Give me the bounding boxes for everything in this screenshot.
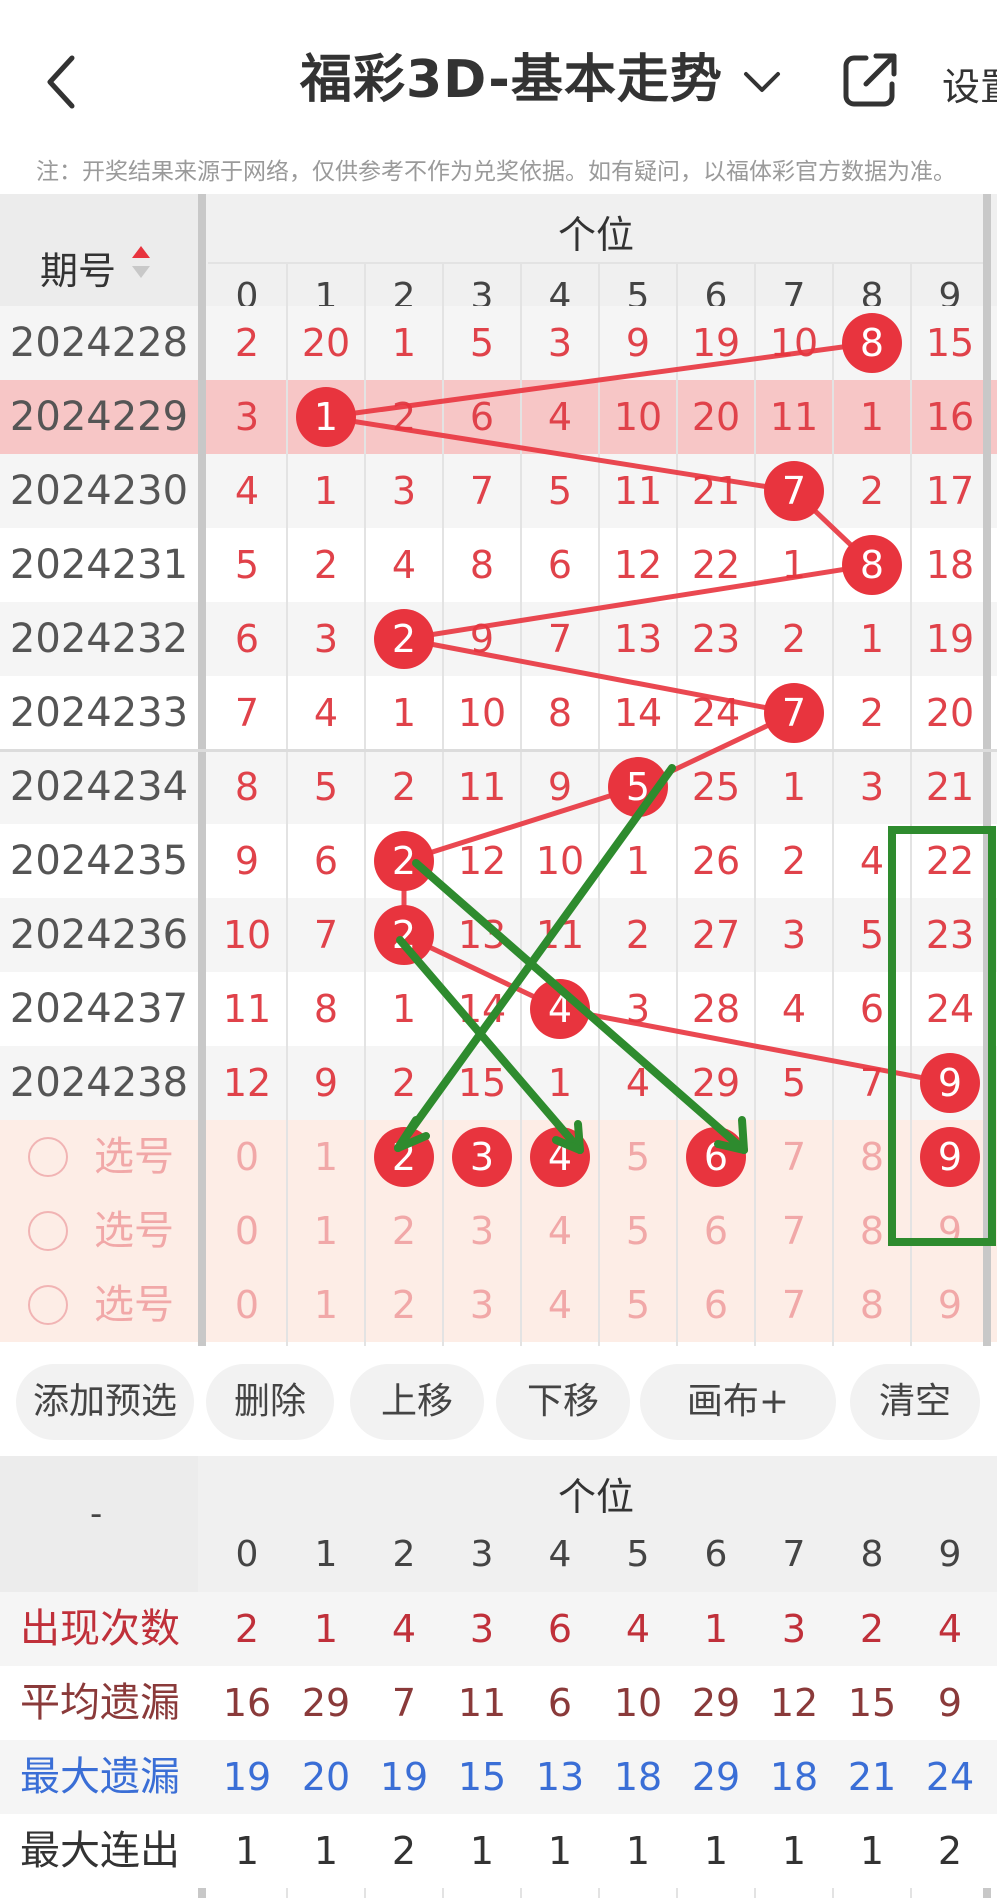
move-up-button[interactable]: 上移 [350, 1364, 484, 1440]
stats-value-cell: 4 [937, 1607, 963, 1651]
stats-value-cell: 4 [625, 1607, 651, 1651]
winning-number-ball: 4 [530, 979, 590, 1039]
winning-number-ball: 2 [374, 831, 434, 891]
winning-number-ball: 8 [842, 313, 902, 373]
stats-value-cell: 29 [301, 1681, 351, 1725]
clear-button[interactable]: 清空 [850, 1364, 980, 1440]
stats-value-cell: 1 [703, 1607, 729, 1651]
stats-digit-header-1: 1 [314, 1534, 338, 1575]
stats-corner-label: - [90, 1494, 103, 1534]
stats-row: 出现次数 2 1 4 3 6 4 1 3 2 4 [0, 1592, 997, 1666]
stats-value-cell: 19 [379, 1755, 429, 1799]
trend-line [325, 340, 951, 1086]
stats-value-cell: 29 [691, 1681, 741, 1725]
stats-value-cell: 18 [613, 1755, 663, 1799]
move-down-button[interactable]: 下移 [496, 1364, 630, 1440]
stats-value-cell: 1 [547, 1829, 573, 1873]
stats-digit-header-0: 0 [235, 1534, 259, 1575]
stats-value-cell: 2 [859, 1607, 885, 1651]
stats-value-cell: 18 [769, 1755, 819, 1799]
stats-digit-header-2: 2 [392, 1534, 416, 1575]
stats-value-cell: 1 [625, 1829, 651, 1873]
stats-digit-header-6: 6 [704, 1534, 728, 1575]
stats-value-cell: 9 [937, 1681, 963, 1725]
stats-value-cell: 2 [937, 1829, 963, 1873]
stats-value-cell: 1 [234, 1829, 260, 1873]
stats-value-cell: 1 [703, 1829, 729, 1873]
stats-value-cell: 3 [781, 1607, 807, 1651]
winning-number-ball: 8 [842, 535, 902, 595]
stats-value-cell: 24 [925, 1755, 975, 1799]
stats-value-cell: 4 [391, 1607, 417, 1651]
stats-value-cell: 21 [847, 1755, 897, 1799]
stats-row-label: 最大连出 [20, 1828, 180, 1874]
stats-value-cell: 1 [781, 1829, 807, 1873]
delete-button[interactable]: 删除 [206, 1364, 334, 1440]
selected-number-ball[interactable]: 4 [530, 1127, 590, 1187]
canvas-plus-button[interactable]: 画布+ [640, 1364, 836, 1440]
stats-digit-header-4: 4 [548, 1534, 572, 1575]
stats-row: 平均遗漏 16 29 7 11 6 10 29 12 15 9 [0, 1666, 997, 1740]
winning-number-ball: 7 [764, 461, 824, 521]
stats-digit-header-8: 8 [860, 1534, 884, 1575]
stats-value-cell: 16 [222, 1681, 272, 1725]
stats-row: 最大遗漏 19 20 19 15 13 18 29 18 21 24 [0, 1740, 997, 1814]
winning-number-ball: 9 [920, 1053, 980, 1113]
stats-digit-header-5: 5 [626, 1534, 650, 1575]
stats-value-cell: 15 [457, 1755, 507, 1799]
stats-value-cell: 13 [535, 1755, 585, 1799]
stats-value-cell: 6 [547, 1607, 573, 1651]
stats-value-cell: 2 [234, 1607, 260, 1651]
selected-number-ball[interactable]: 6 [686, 1127, 746, 1187]
stats-units-position-label: 个位 [558, 1475, 635, 1519]
stats-value-cell: 6 [547, 1681, 573, 1725]
selected-number-ball[interactable]: 3 [452, 1127, 512, 1187]
winning-number-ball: 2 [374, 609, 434, 669]
selected-number-ball[interactable]: 9 [920, 1127, 980, 1187]
stats-value-cell: 7 [391, 1681, 417, 1725]
stats-value-cell: 1 [469, 1829, 495, 1873]
winning-number-ball: 1 [296, 387, 356, 447]
stats-digit-header-9: 9 [938, 1534, 962, 1575]
stats-value-cell: 15 [847, 1681, 897, 1725]
winning-number-ball: 2 [374, 905, 434, 965]
stats-value-cell: 29 [691, 1755, 741, 1799]
stats-value-cell: 1 [313, 1607, 339, 1651]
stats-row-label: 平均遗漏 [20, 1680, 180, 1726]
stats-value-cell: 1 [859, 1829, 885, 1873]
stats-value-cell: 12 [769, 1681, 819, 1725]
winning-number-ball: 5 [608, 757, 668, 817]
stats-digit-header-3: 3 [470, 1534, 494, 1575]
stats-row: 最大连出 1 1 2 1 1 1 1 1 1 2 [0, 1814, 997, 1888]
stats-digit-header-7: 7 [782, 1534, 806, 1575]
stats-row-label: 出现次数 [20, 1606, 180, 1652]
add-preselect-button[interactable]: 添加预选 [16, 1364, 194, 1440]
stats-value-cell: 19 [222, 1755, 272, 1799]
stats-value-cell: 11 [457, 1681, 507, 1725]
stats-row-label: 最大遗漏 [20, 1754, 180, 1800]
stats-value-cell: 3 [469, 1607, 495, 1651]
stats-value-cell: 10 [613, 1681, 663, 1725]
stats-value-cell: 20 [301, 1755, 351, 1799]
winning-number-ball: 7 [764, 683, 824, 743]
selected-number-ball[interactable]: 2 [374, 1127, 434, 1187]
stats-value-cell: 2 [391, 1829, 417, 1873]
stats-value-cell: 1 [313, 1829, 339, 1873]
